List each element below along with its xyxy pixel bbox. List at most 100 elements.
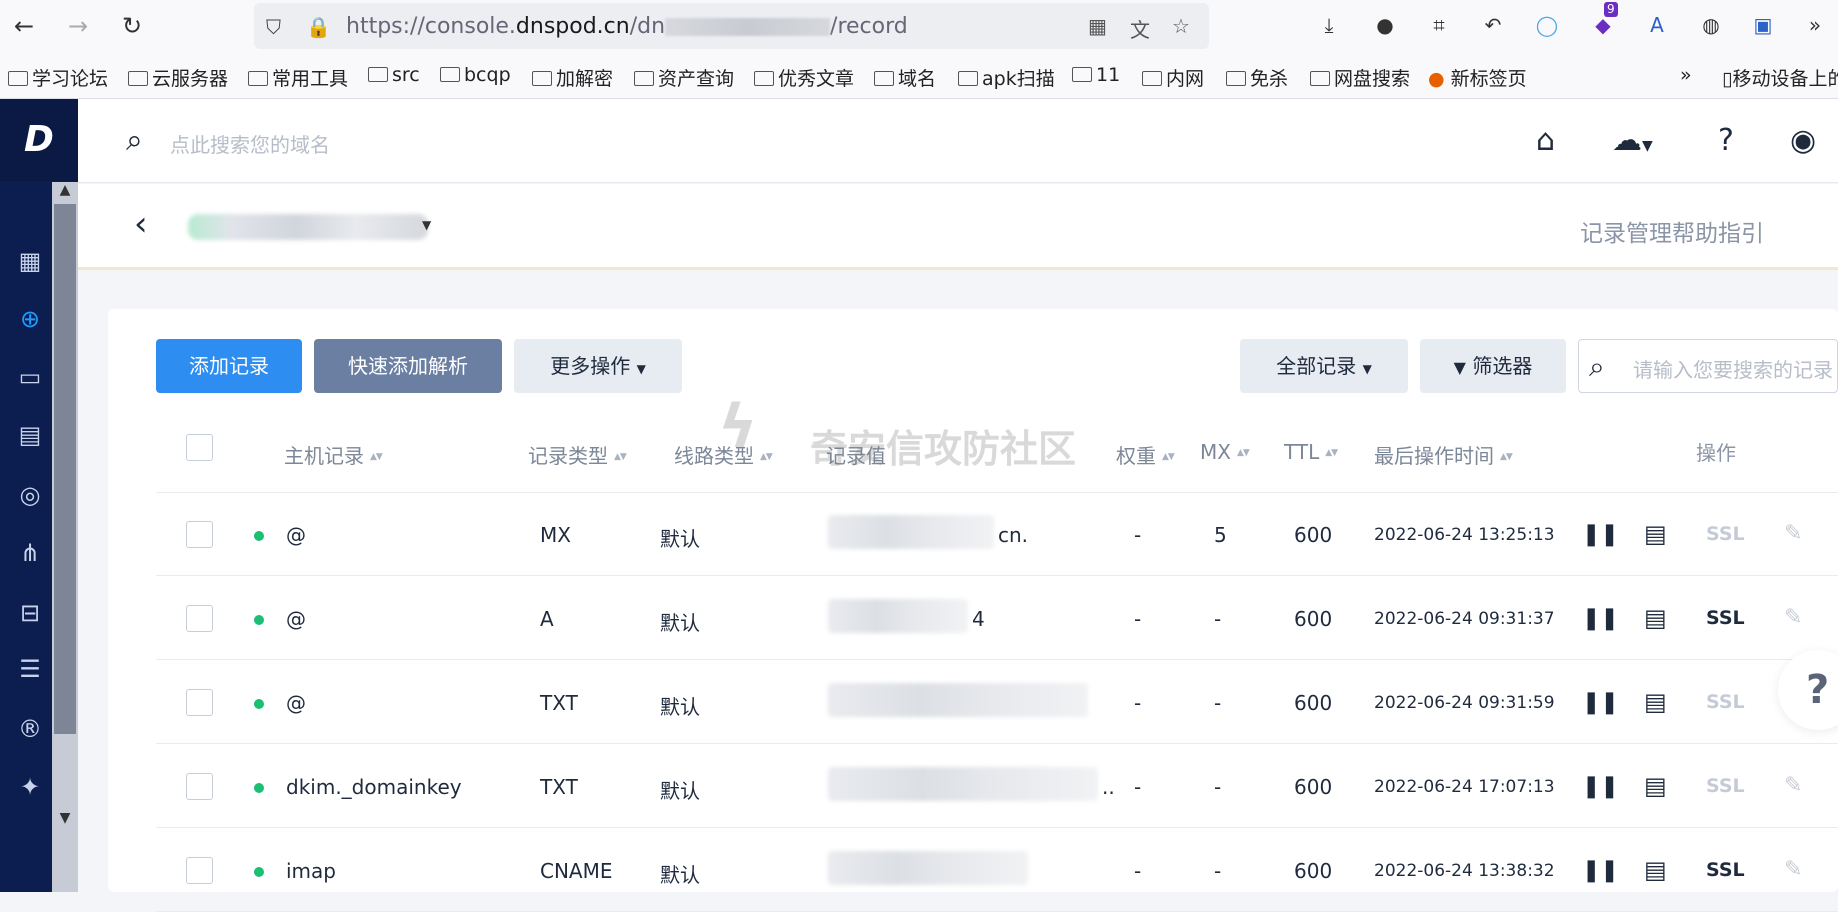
sort-icon[interactable]: ▲▼ [1325,448,1338,458]
quick-add-button[interactable]: 快速添加解析 [314,339,502,393]
monitor-icon[interactable]: ▤ [1644,688,1667,716]
bookmark-folder[interactable]: apk扫描 [958,64,1055,91]
ssl-button[interactable]: SSL [1706,859,1745,881]
row-checkbox[interactable] [186,857,213,884]
table-row[interactable]: @ A 默认 4 - - 600 2022-06-24 09:31:37 ❚❚ … [156,577,1838,660]
qrcode-icon[interactable]: ▦ [1088,14,1107,38]
column-type[interactable]: 记录类型 ▲▼ [528,440,627,469]
bookmark-folder[interactable]: 11 [1072,64,1120,86]
sort-icon[interactable]: ▲▼ [1162,452,1175,462]
edit-note-icon[interactable]: ✎ [1784,857,1802,882]
circle-extension-icon[interactable]: ◯ [1532,10,1562,40]
address-bar[interactable]: ⛉ 🔒 https://console.dnspod.cn/dn/record … [254,3,1209,49]
pause-icon[interactable]: ❚❚ [1582,606,1619,631]
scroll-up-icon[interactable]: ▲ [52,182,78,198]
bookmark-newtab[interactable]: ● 新标签页 [1428,64,1527,91]
monitor-icon[interactable]: ▤ [1644,772,1667,800]
globe-icon[interactable]: ⊕ [16,305,44,333]
select-all-checkbox[interactable] [186,434,213,461]
pause-icon[interactable]: ❚❚ [1582,522,1619,547]
registered-icon[interactable]: ® [16,715,44,743]
bookmark-folder[interactable]: 免杀 [1226,64,1288,91]
badge-extension-icon[interactable]: ◆ 9 [1588,2,1618,40]
star-box-icon[interactable]: ✦ [16,773,44,801]
filter-button[interactable]: ▼ 筛选器 [1420,339,1566,393]
monitor-icon[interactable]: ▤ [1644,856,1667,884]
column-mx[interactable]: MX ▲▼ [1200,440,1250,464]
bookmark-folder[interactable]: src [368,64,420,86]
home-icon[interactable]: ⌂ [1536,123,1555,158]
scroll-down-icon[interactable]: ▼ [52,810,78,826]
dnspod-logo[interactable]: D [0,99,78,181]
pause-icon[interactable]: ❚❚ [1582,690,1619,715]
ssl-button[interactable]: SSL [1706,775,1745,797]
ssl-button[interactable]: SSL [1706,523,1745,545]
monitor-icon[interactable]: ▤ [1644,604,1667,632]
forward-arrow-icon[interactable]: → [62,10,94,42]
column-host[interactable]: 主机记录 ▲▼ [284,440,383,469]
sort-icon[interactable]: ▲▼ [370,452,383,462]
bookmark-folder[interactable]: 资产查询 [634,64,734,91]
scrollbar-thumb[interactable] [54,204,76,734]
pause-icon[interactable]: ❚❚ [1582,858,1619,883]
wechat-icon[interactable]: ◉ [1790,123,1816,158]
undo-icon[interactable]: ↶ [1478,10,1508,40]
shield-icon[interactable]: ⛉ [266,15,281,39]
more-extensions-icon[interactable]: » [1800,10,1830,40]
bookmark-folder[interactable]: 内网 [1142,64,1204,91]
list-icon[interactable]: ☰ [16,655,44,683]
search-icon[interactable]: ⌕ [126,123,143,158]
bookmark-folder[interactable]: bcqp [440,64,511,86]
globe-extension-icon[interactable]: ◍ [1696,10,1726,40]
crop-icon[interactable]: ⌗ [1424,10,1454,40]
row-checkbox[interactable] [186,521,213,548]
window-icon[interactable]: ▭ [16,363,44,391]
table-row[interactable]: @ MX 默认 cn. - 5 600 2022-06-24 13:25:13 … [156,493,1838,576]
chevron-down-icon[interactable]: ▼ [422,218,431,232]
sort-icon[interactable]: ▲▼ [614,452,627,462]
save-icon[interactable]: ▣ [1748,10,1778,40]
edit-note-icon[interactable]: ✎ [1784,773,1802,798]
bookmark-folder[interactable]: 网盘搜索 [1310,64,1410,91]
row-checkbox[interactable] [186,605,213,632]
sidebar-scrollbar[interactable]: ▲ ▼ [52,182,78,892]
translate-icon[interactable]: 文 [1130,14,1150,43]
toolbox-icon[interactable]: ⊟ [16,599,44,627]
record-search-input[interactable]: ⌕ 请输入您要搜索的记录 [1578,339,1838,393]
column-ttl[interactable]: TTL ▲▼ [1284,440,1338,464]
monitor-icon[interactable]: ▤ [16,421,44,449]
back-chevron-icon[interactable]: ‹ [134,204,148,244]
row-checkbox[interactable] [186,773,213,800]
bookmark-folder[interactable]: 学习论坛 [8,64,108,91]
row-checkbox[interactable] [186,689,213,716]
globe-settings-icon[interactable]: ◎ [16,481,44,509]
bookmark-folder[interactable]: 加解密 [532,64,613,91]
table-row[interactable]: imap CNAME 默认 - - 600 2022-06-24 13:38:3… [156,829,1838,912]
lock-icon[interactable]: 🔒 [306,15,331,39]
bookmarks-overflow-icon[interactable]: » [1680,64,1692,86]
edit-note-icon[interactable]: ✎ [1784,521,1802,546]
url-text[interactable]: https://console.dnspod.cn/dn/record [346,14,908,39]
help-icon[interactable]: ? [1718,123,1734,158]
ssl-button[interactable]: SSL [1706,607,1745,629]
edit-note-icon[interactable]: ✎ [1784,605,1802,630]
column-time[interactable]: 最后操作时间 ▲▼ [1374,440,1513,469]
table-row[interactable]: dkim._domainkey TXT 默认 .. - - 600 2022-0… [156,745,1838,828]
cloud-icon[interactable]: ☁▼ [1612,123,1653,158]
help-guide-link[interactable]: 记录管理帮助指引 [1580,214,1764,248]
bookmark-folder[interactable]: 域名 [874,64,936,91]
download-icon[interactable]: ⤓ [1314,10,1344,40]
bookmark-mobile[interactable]: ▯移动设备上的 [1722,64,1838,91]
dashboard-icon[interactable]: ▦ [16,247,44,275]
translate-extension-icon[interactable]: A [1642,10,1672,40]
bookmark-folder[interactable]: 常用工具 [248,64,348,91]
all-records-dropdown[interactable]: 全部记录 ▼ [1240,339,1408,393]
domain-selector[interactable] [188,214,428,240]
sort-icon[interactable]: ▲▼ [1237,448,1250,458]
network-icon[interactable]: ⋔ [16,539,44,567]
star-icon[interactable]: ☆ [1172,14,1190,38]
column-weight[interactable]: 权重 ▲▼ [1116,440,1175,469]
more-ops-button[interactable]: 更多操作 ▼ [514,339,682,393]
bookmark-folder[interactable]: 云服务器 [128,64,228,91]
sort-icon[interactable]: ▲▼ [1500,452,1513,462]
